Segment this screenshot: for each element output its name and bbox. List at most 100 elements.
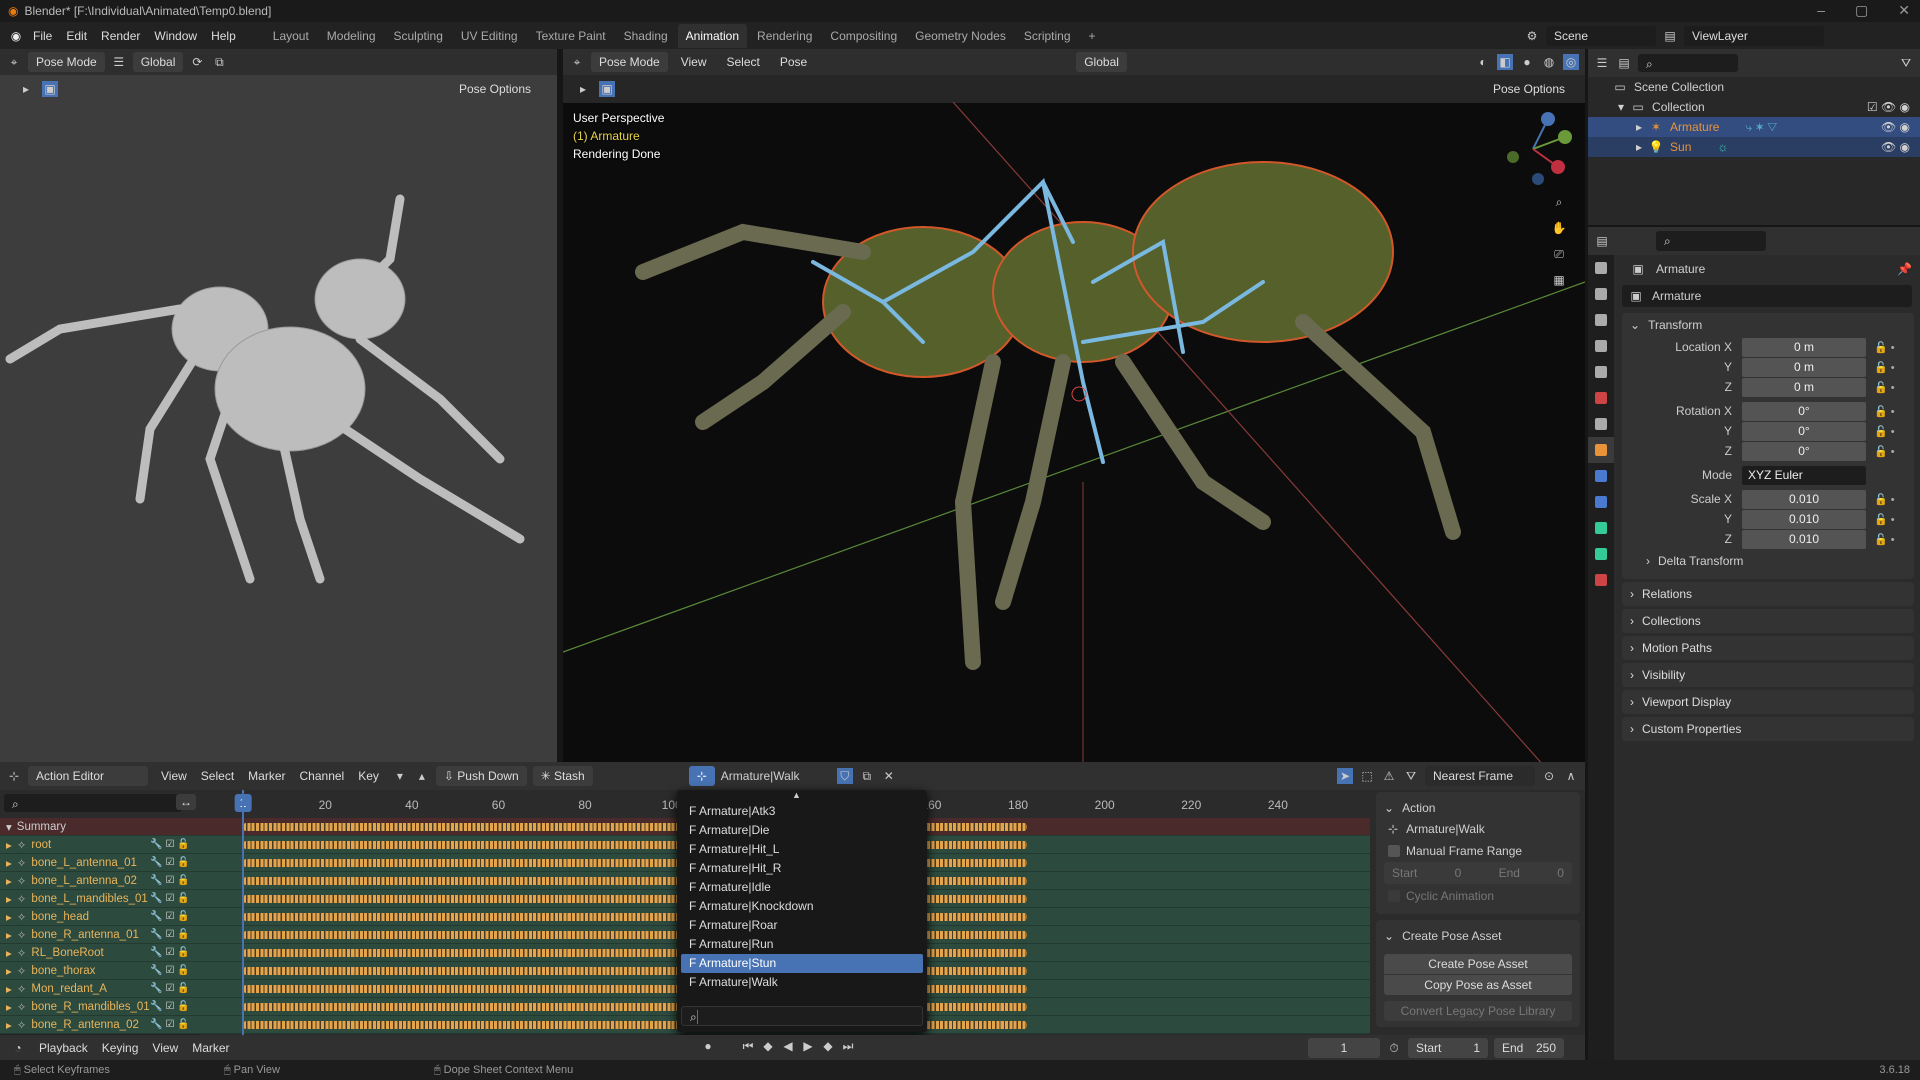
panel-motion-paths[interactable]: › Motion Paths <box>1622 636 1914 660</box>
channel-row[interactable]: ▸ ✧ bone_R_mandibles_01 🔧 ☑ 🔓 <box>0 998 200 1016</box>
editor-type-icon[interactable]: ☰ <box>1594 55 1610 71</box>
select-tool-icon[interactable]: ▸ <box>575 81 591 97</box>
scale-z-field[interactable]: 0.010 <box>1742 529 1866 549</box>
filter-icon[interactable]: ⛛ <box>1403 768 1419 784</box>
panel-custom-properties[interactable]: › Custom Properties <box>1622 717 1914 741</box>
move-up-icon[interactable]: ▴ <box>414 768 430 784</box>
convert-legacy-button[interactable]: Convert Legacy Pose Library <box>1384 1001 1572 1021</box>
mute-checkbox[interactable]: ☑ <box>165 911 174 922</box>
lock-icon[interactable]: 🔓 <box>177 911 189 922</box>
errors-icon[interactable]: ⚠ <box>1381 768 1397 784</box>
panel-collections[interactable]: › Collections <box>1622 609 1914 633</box>
select-mode-icon[interactable]: ▣ <box>42 81 58 97</box>
menu-playback[interactable]: Playback <box>32 1038 95 1058</box>
left-viewport[interactable]: ⌖ Pose Mode ☰ Global ⟳ ⧉ ▸ ▣ Pose Option… <box>0 49 560 762</box>
lock-icon[interactable]: 🔓 <box>177 965 189 976</box>
menu-help[interactable]: Help <box>204 26 243 46</box>
modifier-wrench-icon[interactable]: 🔧 <box>150 839 162 850</box>
mute-checkbox[interactable]: ☑ <box>165 1019 174 1030</box>
tab-object-icon[interactable] <box>1588 437 1614 463</box>
editor-type-icon[interactable]: ⌖ <box>6 54 22 70</box>
falloff-icon[interactable]: ∧ <box>1563 768 1579 784</box>
tab-output-icon[interactable] <box>1588 307 1614 333</box>
unlink-action-icon[interactable]: ✕ <box>881 768 897 784</box>
scale-x-field[interactable]: 0.010 <box>1742 489 1866 509</box>
tab-animation[interactable]: Animation <box>677 23 748 48</box>
panel-viewport-display[interactable]: › Viewport Display <box>1622 690 1914 714</box>
modifier-wrench-icon[interactable]: 🔧 <box>150 1019 162 1030</box>
snap-icon[interactable]: ⧉ <box>211 54 227 70</box>
editor-type-icon[interactable]: ⌖ <box>569 54 585 70</box>
tab-view-layer-icon[interactable] <box>1588 333 1614 359</box>
menu-select[interactable]: Select <box>194 766 241 786</box>
record-icon[interactable]: ● <box>700 1038 716 1054</box>
select-tool-icon[interactable]: ▸ <box>18 81 34 97</box>
expand-arrow-icon[interactable]: ▸ <box>6 982 12 996</box>
menu-pose[interactable]: Pose <box>773 52 814 72</box>
panel-visibility[interactable]: › Visibility <box>1622 663 1914 687</box>
lock-icon[interactable]: 🔓 • <box>1866 445 1902 458</box>
expand-arrow-icon[interactable]: ▸ <box>6 892 12 906</box>
navigation-gizmo[interactable] <box>1493 109 1573 189</box>
mute-checkbox[interactable]: ☑ <box>165 857 174 868</box>
lock-icon[interactable]: 🔓 • <box>1866 493 1902 506</box>
tab-modifiers-icon[interactable] <box>1588 463 1614 489</box>
orientation-dropdown[interactable]: Global <box>1076 52 1127 72</box>
minimize-button[interactable]: – <box>1817 2 1825 19</box>
pose-options-dropdown[interactable]: Pose Options <box>451 79 539 99</box>
overlay-icon[interactable]: ◐ <box>1475 54 1491 70</box>
expand-arrow-icon[interactable]: ▸ <box>6 964 12 978</box>
menu-view[interactable]: View <box>154 766 194 786</box>
channel-row[interactable]: ▸ ✧ root 🔧 ☑ 🔓 <box>0 836 200 854</box>
only-selected-icon[interactable]: ➤ <box>1337 768 1353 784</box>
lock-icon[interactable]: 🔓 • <box>1866 425 1902 438</box>
maximize-button[interactable]: ▢ <box>1855 2 1868 19</box>
menu-view[interactable]: View <box>674 52 714 72</box>
menu-select[interactable]: Select <box>720 52 767 72</box>
scale-y-field[interactable]: 0.010 <box>1742 509 1866 529</box>
location-y-field[interactable]: 0 m <box>1742 357 1866 377</box>
playhead[interactable] <box>242 790 244 1035</box>
menu-marker[interactable]: Marker <box>241 766 292 786</box>
stash-button[interactable]: ✳ Stash <box>532 766 593 786</box>
select-mode-icon[interactable]: ▣ <box>599 81 615 97</box>
lock-icon[interactable]: 🔓 <box>177 857 189 868</box>
mode-dropdown[interactable]: Pose Mode <box>591 52 668 72</box>
prev-keyframe-icon[interactable]: ◆ <box>760 1038 776 1054</box>
menu-keying[interactable]: Keying <box>95 1038 146 1058</box>
channel-row[interactable]: ▸ ✧ bone_head 🔧 ☑ 🔓 <box>0 908 200 926</box>
lock-icon[interactable]: 🔓 <box>177 929 189 940</box>
pivot-icon[interactable]: ⟳ <box>189 54 205 70</box>
mute-checkbox[interactable]: ☑ <box>165 929 174 940</box>
scene-icon[interactable]: ⚙ <box>1524 28 1540 44</box>
action-list-item[interactable]: F Armature|Hit_R <box>681 859 923 878</box>
lock-icon[interactable]: 🔓 • <box>1866 533 1902 546</box>
xray-icon[interactable]: ◧ <box>1497 54 1513 70</box>
expand-arrow-icon[interactable]: ▸ <box>6 838 12 852</box>
action-list-item[interactable]: F Armature|Knockdown <box>681 897 923 916</box>
menu-view[interactable]: View <box>145 1038 185 1058</box>
action-list-item[interactable]: F Armature|Roar <box>681 916 923 935</box>
stopwatch-icon[interactable]: ⏱ <box>1386 1040 1402 1056</box>
zoom-icon[interactable]: ⌕ <box>1551 194 1567 210</box>
pose-asset-panel-header[interactable]: Create Pose Asset <box>1402 929 1501 943</box>
start-frame-field[interactable]: Start 1 <box>1408 1038 1488 1058</box>
expand-arrow-icon[interactable]: ▸ <box>6 874 12 888</box>
fake-user-shield-icon[interactable]: ⛉ <box>836 768 853 784</box>
mode-dropdown[interactable]: Action Editor <box>28 766 148 786</box>
view-layer-field[interactable]: ViewLayer <box>1684 25 1824 46</box>
channel-row[interactable]: ▸ ✧ bone_R_antenna_02 🔧 ☑ 🔓 <box>0 1016 200 1034</box>
view-layer-icon[interactable]: ▤ <box>1662 28 1678 44</box>
tab-texture-paint[interactable]: Texture Paint <box>528 24 614 48</box>
rotation-mode-dropdown[interactable]: XYZ Euler <box>1742 465 1866 485</box>
tab-collection-icon[interactable] <box>1588 411 1614 437</box>
tab-geometry-nodes[interactable]: Geometry Nodes <box>907 24 1014 48</box>
action-list-item[interactable]: F Armature|Hit_L <box>681 840 923 859</box>
tab-constraints-icon[interactable] <box>1588 515 1614 541</box>
action-list-item[interactable]: F Armature|Atk3 <box>681 802 923 821</box>
modifier-wrench-icon[interactable]: 🔧 <box>150 857 162 868</box>
shading-material-icon[interactable]: ◍ <box>1541 54 1557 70</box>
tab-tool-icon[interactable] <box>1588 255 1614 281</box>
pan-hand-icon[interactable]: ✋ <box>1551 220 1567 236</box>
location-x-field[interactable]: 0 m <box>1742 337 1866 357</box>
